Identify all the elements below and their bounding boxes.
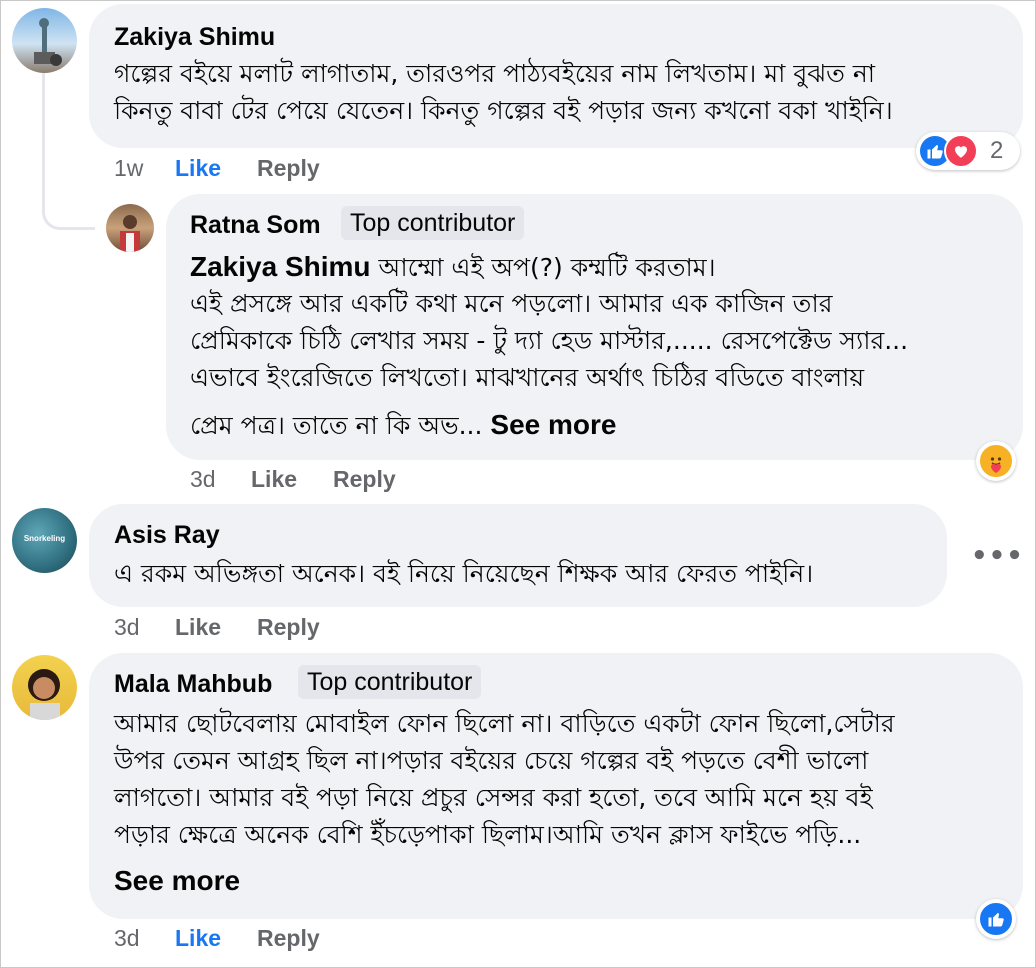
reaction-summary[interactable] (976, 899, 1016, 939)
reply-button[interactable]: Reply (257, 155, 320, 182)
see-more-link[interactable]: See more (490, 409, 616, 440)
comment-text-line: গল্পের বইয়ে মলাট লাগাতাম, তারওপর পাঠ্যব… (114, 59, 876, 88)
avatar-asis-ray[interactable]: Snorkeling (12, 508, 77, 573)
avatar-zakiya-shimu[interactable] (12, 8, 77, 73)
comment-text-line: এই প্রসঙ্গে আর একটি কথা মনে পড়লো। আমার … (190, 289, 833, 318)
like-button[interactable]: Like (175, 155, 221, 182)
comment-text-line: Zakiya Shimu আম্মো এই অপ(?) কম্মটি করতাম… (190, 248, 716, 286)
top-contributor-badge: Top contributor (298, 665, 482, 699)
top-contributor-badge: Top contributor (341, 206, 525, 240)
comment-thread-frame: Zakiya Shimu গল্পের বইয়ে মলাট লাগাতাম, … (0, 0, 1036, 968)
avatar-mala-mahbub[interactable] (12, 655, 77, 720)
comment-author[interactable]: Mala Mahbub (114, 670, 272, 699)
comment-text-line: এ রকম অভিঙ্গতা অনেক। বই নিয়ে নিয়েছেন শ… (114, 559, 814, 588)
comment-text-line: লাগতো। আমার বই পড়া নিয়ে প্রচুর সেন্সর … (114, 783, 873, 812)
comment-text-fragment: প্রেম পত্র। তাতে না কি অভ... (190, 411, 491, 440)
care-icon (978, 443, 1014, 479)
comment-timestamp[interactable]: 3d (114, 614, 140, 641)
comment-text-line: প্রেমিকাকে চিঠি লেখার সময় - টু দ্যা হেড… (190, 326, 909, 355)
reaction-count: 2 (990, 137, 1004, 164)
comment-text-line: এভাবে ইংরেজিতে লিখতো। মাঝখানের অর্থাৎ চি… (190, 363, 865, 392)
avatar-label: Snorkeling (23, 534, 66, 543)
comment-timestamp[interactable]: 3d (190, 466, 216, 493)
statue-photo-icon (34, 18, 62, 66)
comment-author[interactable]: Zakiya Shimu (114, 23, 275, 52)
comment-text-line: পড়ার ক্ষেত্রে অনেক বেশি ইঁচড়েপাকা ছিলা… (114, 820, 862, 849)
person-photo-icon (28, 669, 60, 720)
comment-author[interactable]: Asis Ray (114, 521, 220, 550)
love-icon (944, 134, 978, 168)
comment-text-line: উপর তেমন আগ্রহ ছিল না।পড়ার বইয়ের চেয়ে… (114, 746, 869, 775)
comment-timestamp[interactable]: 1w (114, 155, 143, 182)
comment-timestamp[interactable]: 3d (114, 925, 140, 952)
see-more-link[interactable]: See more (114, 865, 240, 897)
person-photo-icon (120, 215, 140, 252)
avatar-ratna-som[interactable] (106, 204, 154, 252)
reaction-summary[interactable]: 2 (916, 132, 1020, 170)
reply-thread-line (42, 73, 95, 230)
comment-text-line: কিনতু বাবা টের পেয়ে যেতেন। কিনতু গল্পের… (114, 96, 893, 125)
reply-button[interactable]: Reply (333, 466, 396, 493)
reply-button[interactable]: Reply (257, 614, 320, 641)
comment-author[interactable]: Ratna Som (190, 211, 321, 240)
like-button[interactable]: Like (251, 466, 297, 493)
like-icon (978, 901, 1014, 937)
reply-button[interactable]: Reply (257, 925, 320, 952)
comment-text-fragment: আম্মো এই অপ(?) কম্মটি করতাম। (370, 253, 716, 282)
more-options-button[interactable]: ••• (971, 541, 1024, 571)
comment-text-line: আমার ছোটবেলায় মোবাইল ফোন ছিলো না। বাড়ি… (114, 709, 895, 738)
reaction-summary[interactable] (976, 441, 1016, 481)
comment-text-line: প্রেম পত্র। তাতে না কি অভ... See more (190, 406, 616, 444)
like-button[interactable]: Like (175, 925, 221, 952)
mention-link[interactable]: Zakiya Shimu (190, 251, 371, 282)
like-button[interactable]: Like (175, 614, 221, 641)
